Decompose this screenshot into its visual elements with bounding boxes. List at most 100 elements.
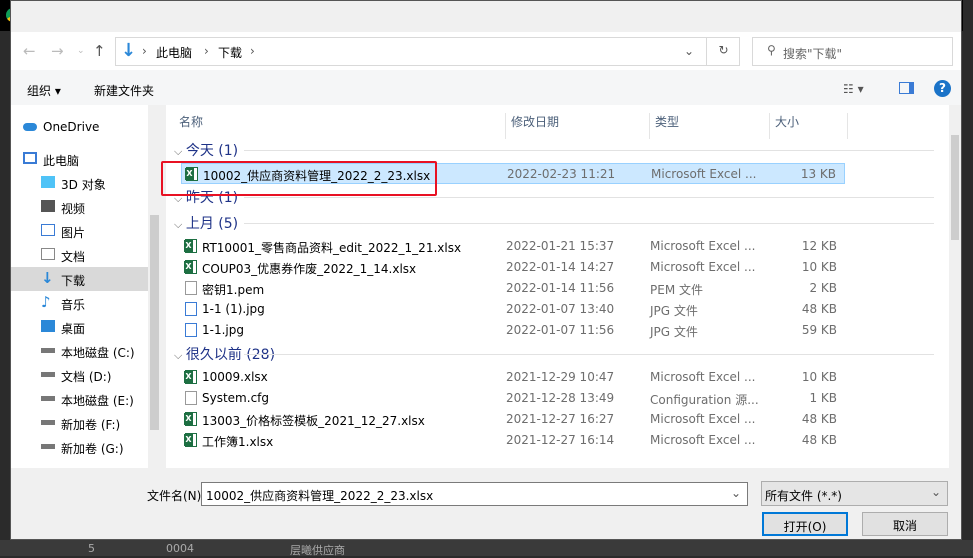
open-file-dialog: ← → ⌄ ↑ ↓ › 此电脑 › 下载 › ⌄ ↻ ⚲ 搜索"下载" 组织 ▾… bbox=[10, 0, 962, 540]
cancel-button[interactable]: 取消 bbox=[862, 512, 948, 536]
up-arrow-icon[interactable]: ↑ bbox=[93, 42, 106, 60]
file-size: 12 KB bbox=[801, 239, 837, 253]
sidebar-label: 本地磁盘 (C:) bbox=[61, 346, 135, 360]
file-size: 48 KB bbox=[801, 302, 837, 316]
file-date: 2022-01-07 11:56 bbox=[506, 323, 615, 337]
back-arrow-icon[interactable]: ← bbox=[23, 42, 36, 60]
sidebar-label: 下载 bbox=[61, 274, 86, 288]
drive-icon bbox=[41, 420, 55, 425]
column-date[interactable]: 修改日期 bbox=[506, 113, 650, 139]
file-type: JPG 文件 bbox=[650, 325, 698, 339]
file-date: 2022-01-14 11:56 bbox=[506, 281, 615, 295]
file-size: 2 KB bbox=[809, 281, 837, 295]
chevron-down-icon[interactable]: ⌄ bbox=[684, 44, 694, 58]
filename-input[interactable]: 10002_供应商资料管理_2022_2_23.xlsx ⌄ bbox=[201, 482, 748, 506]
sidebar-item-downloads[interactable]: ↓ 下载 bbox=[11, 267, 148, 291]
file-row[interactable]: System.cfg 2021-12-28 13:49 Configuration … bbox=[181, 388, 845, 409]
background-app: 5 0004 层曦供应商 bbox=[0, 540, 973, 557]
sidebar-item-drive-e[interactable]: 本地磁盘 (E:) bbox=[11, 387, 148, 411]
file-date: 2021-12-27 16:14 bbox=[506, 433, 615, 447]
scrollbar-thumb[interactable] bbox=[951, 135, 959, 240]
file-row[interactable]: 工作簿1.xlsx 2021-12-27 16:14 Microsoft Excel… bbox=[181, 430, 845, 451]
computer-icon bbox=[23, 152, 37, 164]
view-options-icon[interactable]: ☷ ▾ bbox=[843, 82, 864, 96]
file-row[interactable]: RT10001_零售商品资料_edit_2022_1_21.xlsx 2022-0… bbox=[181, 236, 845, 257]
file-row[interactable]: 13003_价格标签模板_2021_12_27.xlsx 2021-12-27 1… bbox=[181, 409, 845, 430]
picture-icon bbox=[41, 224, 55, 236]
excel-file-icon bbox=[184, 370, 197, 384]
chevron-icon: ⌵ bbox=[174, 349, 186, 362]
sidebar-item-drive-g[interactable]: 新加卷 (G:) bbox=[11, 435, 148, 459]
filetype-select[interactable]: 所有文件 (*.*) ⌄ bbox=[761, 481, 948, 506]
sidebar-label: 音乐 bbox=[61, 298, 86, 312]
group-header[interactable]: ⌵ 很久以前 (28) bbox=[174, 344, 935, 364]
sidebar-scrollbar[interactable] bbox=[148, 105, 161, 468]
sidebar-label: 文档 (D:) bbox=[61, 370, 112, 384]
open-button[interactable]: 打开(O) bbox=[762, 512, 848, 536]
search-icon: ⚲ bbox=[767, 43, 776, 57]
forward-arrow-icon[interactable]: → bbox=[51, 42, 64, 60]
sidebar-item-music[interactable]: ♪ 音乐 bbox=[11, 291, 148, 315]
file-size: 48 KB bbox=[801, 433, 837, 447]
navigation-bar: ← → ⌄ ↑ ↓ › 此电脑 › 下载 › ⌄ ↻ ⚲ 搜索"下载" bbox=[11, 32, 961, 70]
group-header[interactable]: ⌵ 上月 (5) bbox=[174, 213, 936, 233]
organize-button[interactable]: 组织 ▾ bbox=[27, 82, 61, 99]
breadcrumb-downloads[interactable]: 下载 bbox=[218, 44, 242, 61]
file-type: Microsoft Excel ... bbox=[650, 412, 756, 426]
sidebar-item-desktop[interactable]: 桌面 bbox=[11, 315, 148, 339]
file-row[interactable]: 密钥1.pem 2022-01-14 11:56 PEM 文件 2 KB bbox=[181, 278, 845, 299]
group-header[interactable]: ⌵ 今天 (1) bbox=[174, 140, 936, 160]
file-name: 密钥1.pem bbox=[202, 283, 265, 297]
music-icon: ♪ bbox=[41, 293, 51, 311]
file-name: 工作簿1.xlsx bbox=[202, 435, 274, 449]
sidebar-item-3d[interactable]: 3D 对象 bbox=[11, 171, 148, 195]
file-list: 名称 修改日期 类型 大小 ⌵ 今天 (1)10002_供应商资料管理_2022… bbox=[166, 105, 950, 468]
preview-pane-icon[interactable] bbox=[899, 82, 914, 94]
file-date: 2021-12-28 13:49 bbox=[506, 391, 615, 405]
chevron-down-icon[interactable]: ⌄ bbox=[731, 486, 741, 500]
filename-label: 文件名(N): bbox=[147, 489, 206, 503]
film-icon bbox=[41, 200, 55, 212]
file-file-icon bbox=[185, 281, 197, 295]
file-row[interactable]: COUP03_优惠券作废_2022_1_14.xlsx 2022-01-14 14… bbox=[181, 257, 845, 278]
chevron-icon: ⌵ bbox=[174, 218, 186, 231]
file-name: 10009.xlsx bbox=[202, 370, 268, 384]
sidebar-item-documents[interactable]: 文档 bbox=[11, 243, 148, 267]
file-date: 2022-01-07 13:40 bbox=[506, 302, 615, 316]
column-type[interactable]: 类型 bbox=[650, 113, 770, 139]
new-folder-button[interactable]: 新建文件夹 bbox=[94, 82, 154, 99]
recent-chevron-icon[interactable]: ⌄ bbox=[77, 46, 85, 56]
column-name[interactable]: 名称 bbox=[174, 113, 506, 139]
file-date: 2022-01-14 14:27 bbox=[506, 260, 615, 274]
sidebar-item-videos[interactable]: 视频 bbox=[11, 195, 148, 219]
sidebar-item-drive-f[interactable]: 新加卷 (F:) bbox=[11, 411, 148, 435]
sidebar-item-pictures[interactable]: 图片 bbox=[11, 219, 148, 243]
refresh-icon[interactable]: ↻ bbox=[706, 38, 740, 65]
sidebar-item-drive-d[interactable]: 文档 (D:) bbox=[11, 363, 148, 387]
group-label: 很久以前 (28) bbox=[185, 347, 276, 363]
file-row[interactable]: 1-1 (1).jpg 2022-01-07 13:40 JPG 文件 48 KB bbox=[181, 299, 845, 320]
sidebar-item-onedrive[interactable]: OneDrive bbox=[11, 115, 148, 139]
file-row[interactable]: 1-1.jpg 2022-01-07 11:56 JPG 文件 59 KB bbox=[181, 320, 845, 341]
file-list-scrollbar[interactable] bbox=[949, 105, 961, 468]
breadcrumb-this-pc[interactable]: 此电脑 bbox=[156, 44, 192, 61]
address-bar[interactable]: ↓ › 此电脑 › 下载 › ⌄ ↻ bbox=[115, 37, 740, 66]
sidebar-item-drive-c[interactable]: 本地磁盘 (C:) bbox=[11, 339, 148, 363]
sidebar-label: 图片 bbox=[61, 226, 86, 240]
excel-file-icon bbox=[184, 260, 197, 274]
file-row[interactable]: 10009.xlsx 2021-12-29 10:47 Microsoft Exce… bbox=[181, 367, 845, 388]
search-input[interactable]: ⚲ 搜索"下载" bbox=[752, 37, 953, 66]
sidebar-label: OneDrive bbox=[43, 120, 100, 134]
bg-text: 5 bbox=[88, 542, 95, 555]
sidebar-label: 此电脑 bbox=[43, 154, 80, 168]
column-headers: 名称 修改日期 类型 大小 bbox=[166, 105, 950, 139]
column-size[interactable]: 大小 bbox=[770, 113, 848, 139]
help-icon[interactable]: ? bbox=[934, 80, 951, 97]
cloud-icon bbox=[23, 123, 37, 131]
scrollbar-thumb[interactable] bbox=[150, 215, 159, 430]
bg-text: 0004 bbox=[166, 542, 194, 555]
file-name: 1-1 (1).jpg bbox=[202, 302, 265, 316]
sidebar-item-this-pc[interactable]: 此电脑 bbox=[11, 147, 148, 171]
file-size: 10 KB bbox=[801, 260, 837, 274]
file-type: Microsoft Excel ... bbox=[650, 260, 756, 274]
